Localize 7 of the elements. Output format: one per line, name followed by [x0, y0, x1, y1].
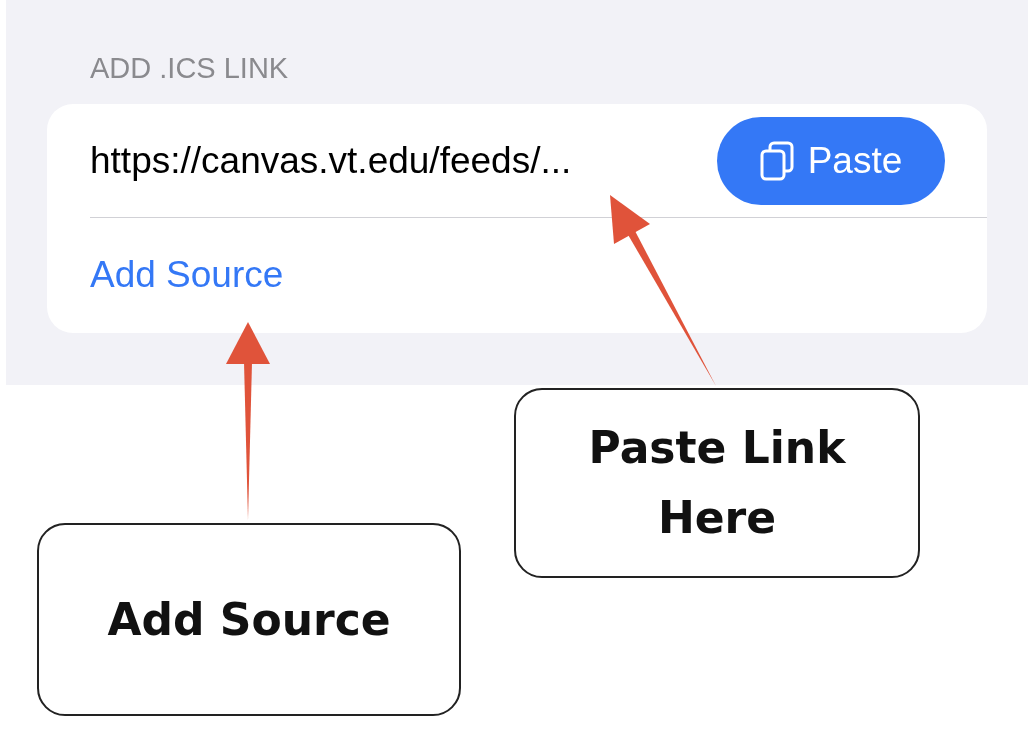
callout-text: Paste Link Here [587, 421, 847, 545]
copy-icon [759, 140, 794, 181]
section-header: ADD .ICS LINK [90, 51, 289, 86]
add-source-link[interactable]: Add Source [90, 247, 284, 303]
url-field[interactable]: https://canvas.vt.edu/feeds/... [90, 132, 717, 189]
paste-button[interactable]: Paste [717, 116, 945, 205]
callout-text: Add Source [107, 592, 391, 647]
